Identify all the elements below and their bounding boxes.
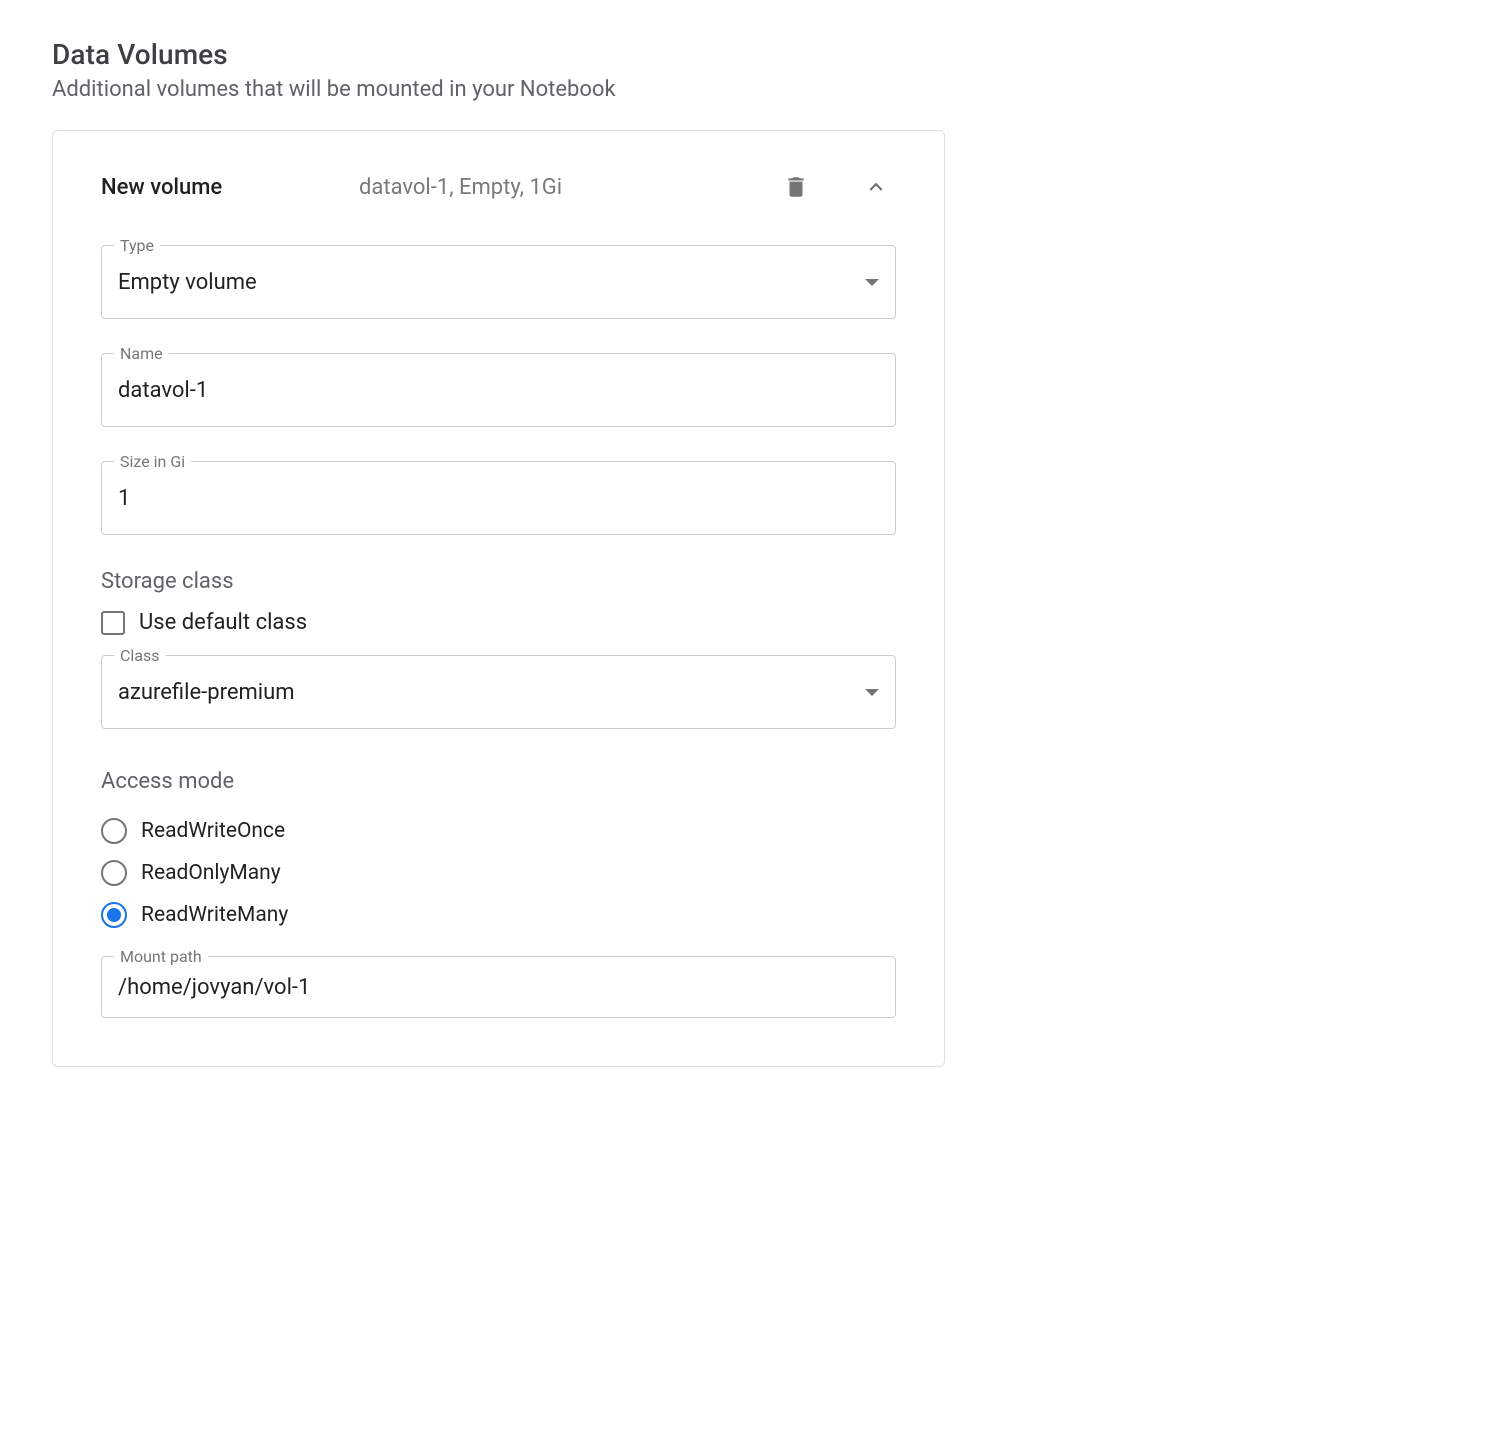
section-title: Data Volumes [52,38,1458,71]
name-field[interactable]: Name [101,353,896,427]
access-mode-option-readwritemany[interactable]: ReadWriteMany [101,894,896,936]
radio-label: ReadWriteOnce [141,819,285,843]
radio-label: ReadWriteMany [141,903,288,927]
type-select[interactable]: Type Empty volume [101,245,896,319]
radio-icon [101,860,127,886]
name-label: Name [114,344,169,363]
radio-icon [101,902,127,928]
class-value: azurefile-premium [118,680,865,705]
access-mode-label: Access mode [101,769,896,794]
section-subtitle: Additional volumes that will be mounted … [52,77,1458,102]
volume-card: New volume datavol-1, Empty, 1Gi Type Em… [52,130,945,1067]
access-mode-radio-group: ReadWriteOnce ReadOnlyMany ReadWriteMany [101,810,896,936]
storage-class-label: Storage class [101,569,896,594]
volume-card-header: New volume datavol-1, Empty, 1Gi [101,167,896,207]
delete-button[interactable] [776,167,816,207]
access-mode-option-readonlymany[interactable]: ReadOnlyMany [101,852,896,894]
mount-path-label: Mount path [114,947,208,966]
class-field-label: Class [114,646,166,665]
size-input[interactable] [118,486,879,511]
radio-icon [101,818,127,844]
use-default-class-checkbox[interactable]: Use default class [101,610,896,635]
checkbox-icon [101,611,125,635]
name-input[interactable] [118,378,879,403]
type-label: Type [114,236,160,255]
type-value: Empty volume [118,270,865,295]
class-select[interactable]: Class azurefile-premium [101,655,896,729]
mount-path-input[interactable] [118,975,879,1000]
size-label: Size in Gi [114,452,191,471]
mount-path-field[interactable]: Mount path [101,956,896,1018]
section-header: Data Volumes Additional volumes that wil… [52,38,1458,102]
trash-icon [783,174,809,200]
dropdown-arrow-icon [865,689,879,696]
collapse-button[interactable] [856,167,896,207]
use-default-class-label: Use default class [139,610,307,635]
dropdown-arrow-icon [865,279,879,286]
chevron-up-icon [863,174,889,200]
size-field[interactable]: Size in Gi [101,461,896,535]
volume-card-title: New volume [101,175,359,200]
volume-card-summary: datavol-1, Empty, 1Gi [359,175,776,200]
radio-label: ReadOnlyMany [141,861,281,885]
access-mode-option-readwriteonce[interactable]: ReadWriteOnce [101,810,896,852]
